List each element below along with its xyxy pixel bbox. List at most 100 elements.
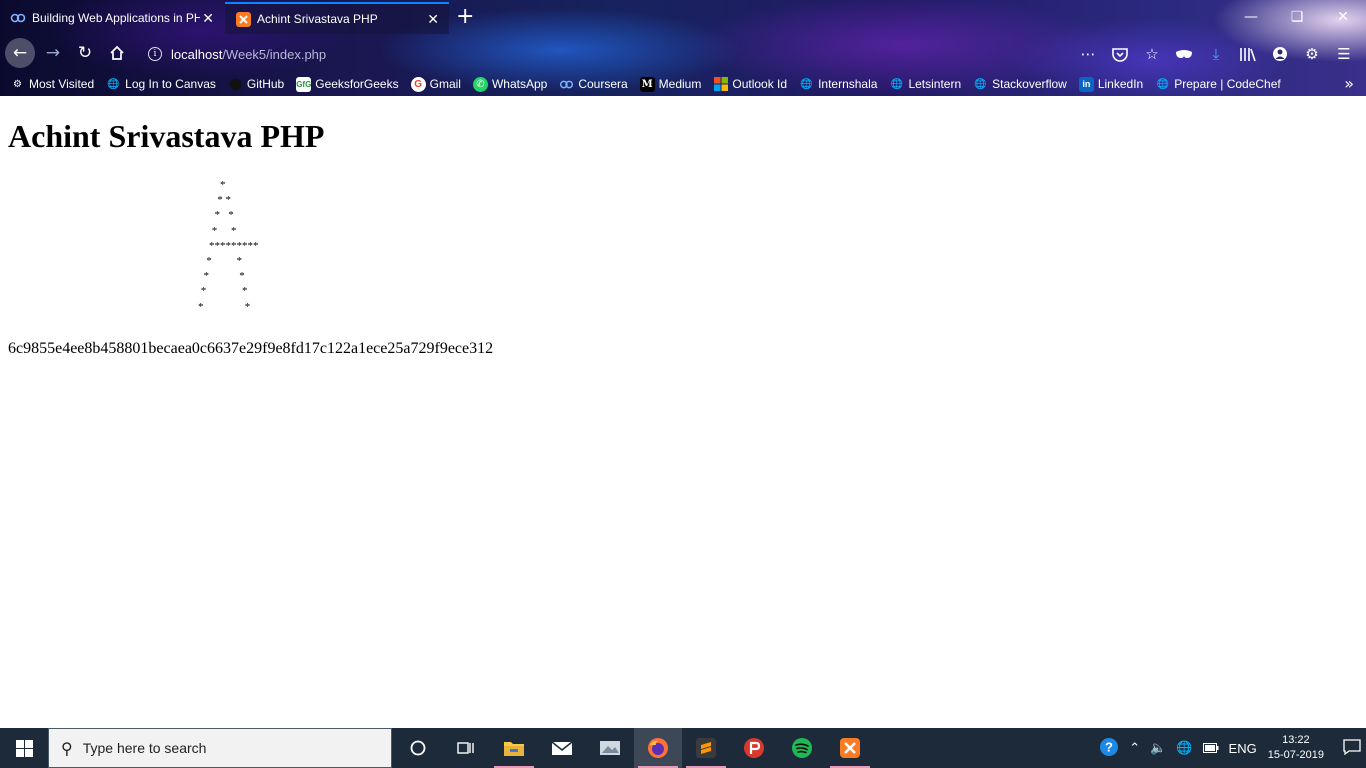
linkedin-icon: in: [1078, 76, 1094, 92]
page-actions-icon[interactable]: ⋯: [1072, 43, 1104, 65]
account-icon[interactable]: [1264, 43, 1296, 65]
search-icon: ⚲: [61, 738, 73, 758]
private-mask-icon[interactable]: [1168, 43, 1200, 65]
new-tab-button[interactable]: +: [456, 4, 474, 29]
restore-icon[interactable]: ❏: [1274, 0, 1320, 34]
tab-building-web-apps[interactable]: Building Web Applications in PHP ✕: [0, 2, 224, 34]
coursera-icon: [559, 77, 574, 92]
bookmark-label: WhatsApp: [491, 77, 548, 91]
ascii-art-letter-a: * * * * * * * ********* * * * * * * * *: [198, 178, 348, 313]
hash-output: 6c9855e4ee8b458801becaea0c6637e29f9e8fd1…: [8, 340, 494, 357]
close-icon[interactable]: ✕: [202, 10, 214, 27]
url-path: /Week5/index.php: [222, 46, 327, 62]
library-icon[interactable]: [1232, 43, 1264, 65]
bookmark-label: Internshala: [818, 77, 878, 91]
page-content: Achint Srivastava PHP * * * * * * * ****…: [0, 96, 1366, 728]
taskbar-apps: [394, 728, 874, 768]
window-controls: — ❏ ✕: [1228, 0, 1366, 34]
bookmark-label: Stackoverflow: [992, 77, 1067, 91]
bookmark-label: Log In to Canvas: [125, 77, 216, 91]
bookmark-label: Prepare | CodeChef: [1174, 77, 1281, 91]
bookmark-label: GitHub: [246, 77, 285, 91]
menu-hamburger-icon[interactable]: ☰: [1328, 43, 1360, 65]
mail-icon[interactable]: [538, 728, 586, 768]
bookmark-geeksforgeeks[interactable]: GfG GeeksforGeeks: [296, 76, 399, 92]
battery-icon[interactable]: [1202, 741, 1219, 756]
browser-chrome: Building Web Applications in PHP ✕ Achin…: [0, 0, 1366, 96]
windows-start-icon[interactable]: [0, 728, 48, 768]
bookmark-github[interactable]: GitHub: [228, 77, 284, 92]
globe-icon: 🌐: [800, 78, 813, 90]
bookmark-medium[interactable]: M Medium: [639, 76, 702, 92]
reload-icon[interactable]: ↻: [70, 38, 100, 68]
info-icon[interactable]: i: [148, 47, 162, 61]
bookmark-internshala[interactable]: 🌐 Internshala: [799, 77, 877, 92]
psiphon-icon[interactable]: [730, 728, 778, 768]
photos-icon[interactable]: [586, 728, 634, 768]
globe-icon: 🌐: [974, 78, 987, 90]
tab-strip: Building Web Applications in PHP ✕ Achin…: [0, 0, 1366, 34]
volume-icon[interactable]: 🔈: [1150, 740, 1166, 756]
spotify-icon[interactable]: [778, 728, 826, 768]
pocket-icon[interactable]: [1104, 43, 1136, 65]
chevron-double-right-icon[interactable]: »: [1344, 74, 1354, 93]
bookmark-coursera[interactable]: Coursera: [559, 77, 628, 92]
help-icon[interactable]: ?: [1099, 737, 1119, 760]
notifications-icon[interactable]: [1343, 738, 1361, 758]
firefox-icon[interactable]: [634, 728, 682, 768]
clock[interactable]: 13:22 15-07-2019: [1268, 733, 1324, 763]
bookmark-canvas[interactable]: 🌐 Log In to Canvas: [106, 77, 216, 92]
cortana-icon[interactable]: [394, 728, 442, 768]
bookmark-outlook[interactable]: Outlook Id: [713, 77, 787, 92]
clock-time: 13:22: [1282, 734, 1310, 746]
toolbar-right: ⋯ ☆ ⤓ ⚙ ☰: [1072, 43, 1360, 65]
tab-title: Building Web Applications in PHP: [32, 11, 200, 25]
github-icon: [228, 77, 243, 92]
download-icon[interactable]: ⤓: [1200, 43, 1232, 65]
home-icon[interactable]: [102, 38, 132, 68]
task-view-icon[interactable]: [442, 728, 490, 768]
tab-title: Achint Srivastava PHP: [257, 12, 378, 26]
bookmark-codechef[interactable]: 🌐 Prepare | CodeChef: [1155, 77, 1281, 92]
bookmark-label: Outlook Id: [732, 77, 788, 91]
bookmark-label: Most Visited: [29, 77, 95, 91]
network-globe-icon[interactable]: 🌐: [1176, 740, 1192, 756]
file-explorer-icon[interactable]: [490, 728, 538, 768]
close-window-icon[interactable]: ✕: [1320, 0, 1366, 34]
medium-icon: M: [639, 76, 655, 92]
taskbar-search-box[interactable]: ⚲ Type here to search: [48, 728, 392, 768]
address-bar[interactable]: i localhost/Week5/index.php: [140, 42, 1060, 66]
bookmark-gmail[interactable]: G Gmail: [410, 76, 461, 92]
forward-arrow-icon[interactable]: →: [38, 38, 68, 68]
close-icon[interactable]: ✕: [427, 11, 439, 28]
language-indicator[interactable]: ENG: [1229, 741, 1257, 756]
bookmark-label: Medium: [658, 77, 702, 91]
gfg-icon: GfG: [296, 76, 311, 92]
bookmark-label: Letsintern: [908, 77, 962, 91]
windows-taskbar: ⚲ Type here to search ? ⌃ 🔈 🌐 ENG 13:22 …: [0, 728, 1366, 768]
minimize-icon[interactable]: —: [1228, 0, 1274, 34]
sublime-text-icon[interactable]: [682, 728, 730, 768]
bookmark-linkedin[interactable]: in LinkedIn: [1078, 76, 1143, 92]
bookmark-star-icon[interactable]: ☆: [1136, 43, 1168, 65]
bookmark-stackoverflow[interactable]: 🌐 Stackoverflow: [973, 77, 1067, 92]
system-tray: ? ⌃ 🔈 🌐 ENG 13:22 15-07-2019: [1094, 728, 1366, 768]
back-arrow-icon[interactable]: ←: [5, 38, 35, 68]
clock-date: 15-07-2019: [1267, 749, 1324, 761]
bookmark-whatsapp[interactable]: ✆ WhatsApp: [472, 76, 548, 92]
chevron-up-icon[interactable]: ⌃: [1129, 740, 1140, 756]
bookmarks-toolbar: ⚙ Most Visited 🌐 Log In to Canvas GitHub…: [0, 73, 1366, 95]
windows-icon: [713, 77, 728, 92]
globe-icon: 🌐: [107, 78, 120, 90]
coursera-icon: [10, 10, 26, 26]
extension-gear-icon[interactable]: ⚙: [1296, 43, 1328, 65]
gear-icon: ⚙: [13, 78, 22, 90]
ascii-art-text: * * * * * * * ********* * * * * * * * *: [198, 179, 259, 313]
xampp-icon[interactable]: [826, 728, 874, 768]
tab-achint-php[interactable]: Achint Srivastava PHP ✕: [225, 2, 449, 34]
globe-icon: 🌐: [890, 78, 904, 90]
bookmark-letsintern[interactable]: 🌐 Letsintern: [889, 77, 961, 92]
bookmark-most-visited[interactable]: ⚙ Most Visited: [10, 77, 94, 92]
url-host: localhost: [171, 46, 223, 62]
bookmark-label: GeeksforGeeks: [315, 77, 399, 91]
